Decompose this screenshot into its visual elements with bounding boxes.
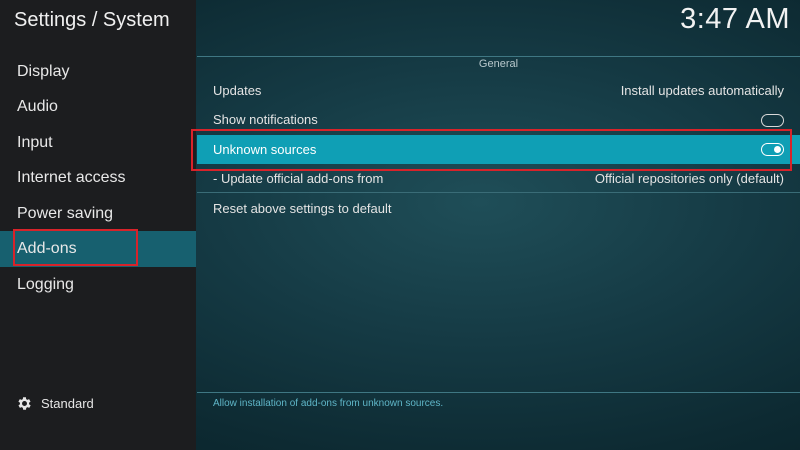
setting-label: Show notifications xyxy=(213,112,318,127)
settings-panel: General Updates Install updates automati… xyxy=(191,56,800,450)
section-header: General xyxy=(478,58,519,70)
sidebar-item-power-saving[interactable]: Power saving xyxy=(0,196,196,232)
sidebar-item-label: Internet access xyxy=(17,169,126,186)
setting-value: Official repositories only (default) xyxy=(594,171,784,186)
sidebar-item-label: Input xyxy=(17,134,53,151)
sidebar-item-logging[interactable]: Logging xyxy=(0,267,196,303)
sidebar: Settings / System Display Audio Input In… xyxy=(0,0,196,450)
page-title: Settings / System xyxy=(14,9,170,31)
setting-unknown-sources[interactable]: Unknown sources xyxy=(197,135,800,164)
sidebar-item-label: Add-ons xyxy=(17,240,77,257)
divider xyxy=(197,56,800,57)
setting-label: Unknown sources xyxy=(213,142,317,157)
clock: 3:47 AM xyxy=(680,3,790,35)
sidebar-item-label: Display xyxy=(17,63,70,80)
sidebar-item-label: Power saving xyxy=(17,205,114,222)
setting-label: Reset above settings to default xyxy=(213,201,392,216)
setting-label: - Update official add-ons from xyxy=(213,171,384,186)
toggle-knob xyxy=(764,116,771,123)
settings-level-label: Standard xyxy=(41,395,94,411)
sidebar-item-label: Audio xyxy=(17,98,58,115)
reset-settings-button[interactable]: Reset above settings to default xyxy=(197,195,800,223)
toggle-knob xyxy=(774,145,781,153)
sidebar-item-input[interactable]: Input xyxy=(0,125,196,161)
setting-show-notifications[interactable]: Show notifications xyxy=(197,106,800,134)
setting-value: Install updates automatically xyxy=(620,83,784,98)
setting-updates[interactable]: Updates Install updates automatically xyxy=(197,77,800,105)
sidebar-item-internet-access[interactable]: Internet access xyxy=(0,160,196,196)
setting-label: Updates xyxy=(213,83,262,98)
toggle-switch[interactable] xyxy=(761,113,784,127)
toggle-switch[interactable] xyxy=(761,143,784,156)
divider xyxy=(197,392,800,393)
sidebar-item-add-ons[interactable]: Add-ons xyxy=(0,231,196,267)
setting-description: Allow installation of add-ons from unkno… xyxy=(213,398,444,409)
sidebar-item-audio[interactable]: Audio xyxy=(0,89,196,125)
sidebar-item-label: Logging xyxy=(17,276,74,293)
setting-update-official-add-ons[interactable]: - Update official add-ons from Official … xyxy=(197,165,800,193)
settings-level-button[interactable]: Standard xyxy=(16,393,94,413)
divider xyxy=(197,192,800,193)
sidebar-item-display[interactable]: Display xyxy=(0,54,196,90)
gear-icon xyxy=(18,396,31,410)
